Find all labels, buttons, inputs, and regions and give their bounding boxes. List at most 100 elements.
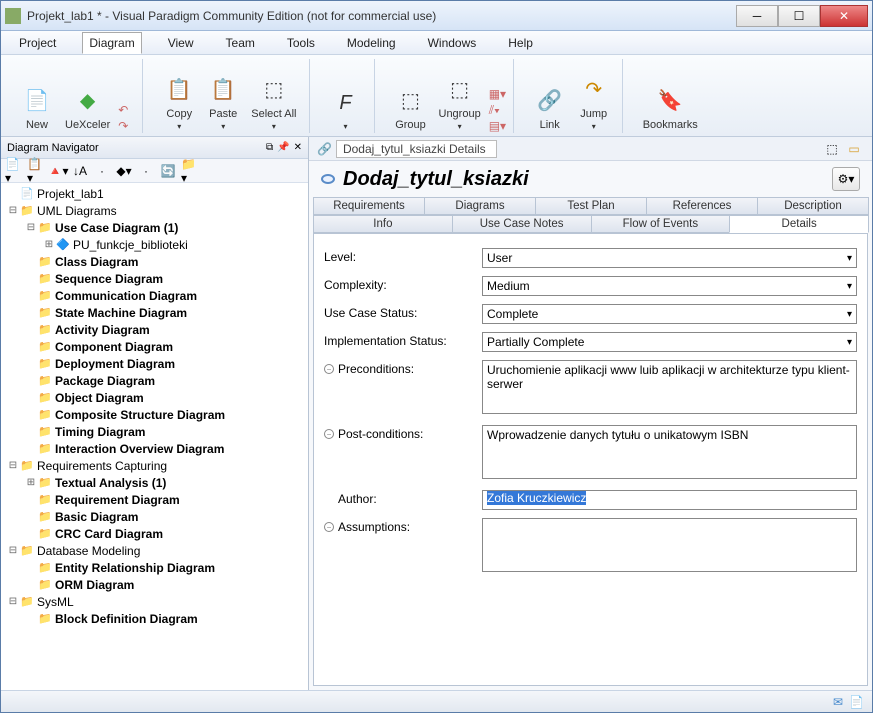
- menu-modeling[interactable]: Modeling: [341, 33, 402, 53]
- tree-item[interactable]: 📁Deployment Diagram: [1, 355, 308, 372]
- tree-item[interactable]: ⊞🔷PU_funkcje_biblioteki: [1, 236, 308, 253]
- collapse-icon[interactable]: −: [324, 429, 334, 439]
- settings-button[interactable]: ⚙▾: [832, 167, 860, 191]
- tree-item[interactable]: 📁Sequence Diagram: [1, 270, 308, 287]
- tree-item[interactable]: 📁State Machine Diagram: [1, 304, 308, 321]
- tree-item[interactable]: 📁Entity Relationship Diagram: [1, 559, 308, 576]
- tree-item[interactable]: 📁Object Diagram: [1, 389, 308, 406]
- menu-help[interactable]: Help: [502, 33, 539, 53]
- distribute-button[interactable]: ⫽▾: [489, 103, 505, 117]
- tree-item[interactable]: 📁Timing Diagram: [1, 423, 308, 440]
- tree-item[interactable]: 📁CRC Card Diagram: [1, 525, 308, 542]
- tree-item[interactable]: 📁Requirement Diagram: [1, 491, 308, 508]
- tree-item[interactable]: ⊟📁Use Case Diagram (1): [1, 219, 308, 236]
- collapse-icon[interactable]: −: [324, 364, 334, 374]
- link-button[interactable]: 🔗Link: [530, 83, 570, 133]
- complexity-select[interactable]: Medium▾: [482, 276, 857, 296]
- ungroup-button[interactable]: ⬚Ungroup▾: [435, 72, 485, 133]
- menu-team[interactable]: Team: [220, 33, 261, 53]
- select-all-button[interactable]: ⬚Select All▾: [247, 72, 300, 133]
- breadcrumb: 🔗 Dodaj_tytul_ksiazki Details ⬚ ▭: [309, 137, 872, 161]
- implstatus-label: Implementation Status:: [324, 332, 482, 348]
- redo-button[interactable]: ↷: [118, 119, 134, 133]
- tree-item[interactable]: 📁ORM Diagram: [1, 576, 308, 593]
- author-label: Author:: [338, 492, 377, 506]
- jump-button[interactable]: ↷Jump▾: [574, 72, 614, 133]
- tab-info[interactable]: Info: [313, 215, 453, 233]
- folder-icon[interactable]: 📁▾: [181, 162, 199, 180]
- tree-item[interactable]: 📁Class Diagram: [1, 253, 308, 270]
- tree-item[interactable]: 📁Basic Diagram: [1, 508, 308, 525]
- bookmarks-button[interactable]: 🔖Bookmarks: [639, 83, 702, 133]
- doc-icon[interactable]: 📄: [849, 695, 864, 709]
- tree-item[interactable]: 📁Composite Structure Diagram: [1, 406, 308, 423]
- tab-references[interactable]: References: [646, 197, 758, 215]
- tool-icon-3[interactable]: 🔺▾: [49, 162, 67, 180]
- new-button[interactable]: 📄New: [17, 83, 57, 133]
- diagram-navigator: Diagram Navigator ⧉ 📌 ✕ 📄▾ 📋▾ 🔺▾ ↓A · ◆▾…: [1, 137, 309, 690]
- restore-icon[interactable]: ⧉: [266, 142, 273, 153]
- undo-button[interactable]: ↶: [118, 103, 134, 117]
- postconditions-textarea[interactable]: [482, 425, 857, 479]
- sort-icon[interactable]: ↓A: [71, 162, 89, 180]
- close-button[interactable]: ✕: [820, 5, 868, 27]
- tree-item[interactable]: ⊟📁Requirements Capturing: [1, 457, 308, 474]
- new-diagram-icon[interactable]: 📄▾: [5, 162, 23, 180]
- mail-icon[interactable]: ✉: [833, 695, 843, 709]
- refresh-icon[interactable]: 🔄: [159, 162, 177, 180]
- window-title: Projekt_lab1 * - Visual Paradigm Communi…: [27, 9, 736, 23]
- menu-windows[interactable]: Windows: [422, 33, 483, 53]
- author-input[interactable]: Zofia Kruczkiewicz: [482, 490, 857, 510]
- paste-button[interactable]: 📋Paste▾: [203, 72, 243, 133]
- tab-details[interactable]: Details: [729, 215, 869, 233]
- minimize-button[interactable]: ─: [736, 5, 778, 27]
- tool-icon-5[interactable]: ◆▾: [115, 162, 133, 180]
- tree-item[interactable]: 📁Component Diagram: [1, 338, 308, 355]
- format-button[interactable]: F▾: [326, 86, 366, 133]
- detail-title: Dodaj_tytul_ksiazki: [343, 168, 824, 191]
- group-button[interactable]: ⬚Group: [391, 83, 431, 133]
- level-select[interactable]: User▾: [482, 248, 857, 268]
- pin-icon[interactable]: 📌: [277, 142, 289, 153]
- tree-item[interactable]: 📄Projekt_lab1: [1, 185, 308, 202]
- tree-item[interactable]: 📁Activity Diagram: [1, 321, 308, 338]
- maximize-button[interactable]: ☐: [778, 5, 820, 27]
- tab-requirements[interactable]: Requirements: [313, 197, 425, 215]
- tab-description[interactable]: Description: [757, 197, 869, 215]
- tab-use-case-notes[interactable]: Use Case Notes: [452, 215, 592, 233]
- menu-diagram[interactable]: Diagram: [82, 32, 141, 54]
- assumptions-textarea[interactable]: [482, 518, 857, 572]
- uexceler-button[interactable]: ◆UeXceler: [61, 83, 114, 133]
- layout-icon[interactable]: ⬚: [822, 140, 842, 158]
- preconditions-textarea[interactable]: [482, 360, 857, 414]
- tree-item[interactable]: ⊟📁Database Modeling: [1, 542, 308, 559]
- copy-button[interactable]: 📋Copy▾: [159, 72, 199, 133]
- tab-diagrams[interactable]: Diagrams: [424, 197, 536, 215]
- tree-item[interactable]: ⊟📁UML Diagrams: [1, 202, 308, 219]
- menu-project[interactable]: Project: [13, 33, 62, 53]
- collapse-icon[interactable]: −: [324, 522, 334, 532]
- view-icon[interactable]: ▭: [844, 140, 864, 158]
- menu-view[interactable]: View: [162, 33, 200, 53]
- tab-test-plan[interactable]: Test Plan: [535, 197, 647, 215]
- arrange-button[interactable]: ▤▾: [489, 119, 505, 133]
- menu-tools[interactable]: Tools: [281, 33, 321, 53]
- diagram-tree[interactable]: 📄Projekt_lab1⊟📁UML Diagrams⊟📁Use Case Di…: [1, 183, 308, 690]
- tree-item[interactable]: 📁Package Diagram: [1, 372, 308, 389]
- main-panel: 🔗 Dodaj_tytul_ksiazki Details ⬚ ▭ Dodaj_…: [309, 137, 872, 690]
- tool-icon-2[interactable]: 📋▾: [27, 162, 45, 180]
- tree-item[interactable]: 📁Block Definition Diagram: [1, 610, 308, 627]
- ribbon: 📄New ◆UeXceler ↶ ↷ 📋Copy▾ 📋Paste▾ ⬚Selec…: [1, 55, 872, 137]
- implstatus-select[interactable]: Partially Complete▾: [482, 332, 857, 352]
- align-button[interactable]: ▦▾: [489, 87, 505, 101]
- tree-item[interactable]: ⊟📁SysML: [1, 593, 308, 610]
- tree-item[interactable]: ⊞📁Textual Analysis (1): [1, 474, 308, 491]
- close-panel-icon[interactable]: ✕: [294, 142, 302, 153]
- breadcrumb-item[interactable]: Dodaj_tytul_ksiazki Details: [336, 140, 497, 158]
- postconditions-label: Post-conditions:: [338, 427, 423, 441]
- tab-flow-of-events[interactable]: Flow of Events: [591, 215, 731, 233]
- tree-item[interactable]: 📁Communication Diagram: [1, 287, 308, 304]
- usecasestatus-select[interactable]: Complete▾: [482, 304, 857, 324]
- tree-item[interactable]: 📁Interaction Overview Diagram: [1, 440, 308, 457]
- assumptions-label: Assumptions:: [338, 520, 410, 534]
